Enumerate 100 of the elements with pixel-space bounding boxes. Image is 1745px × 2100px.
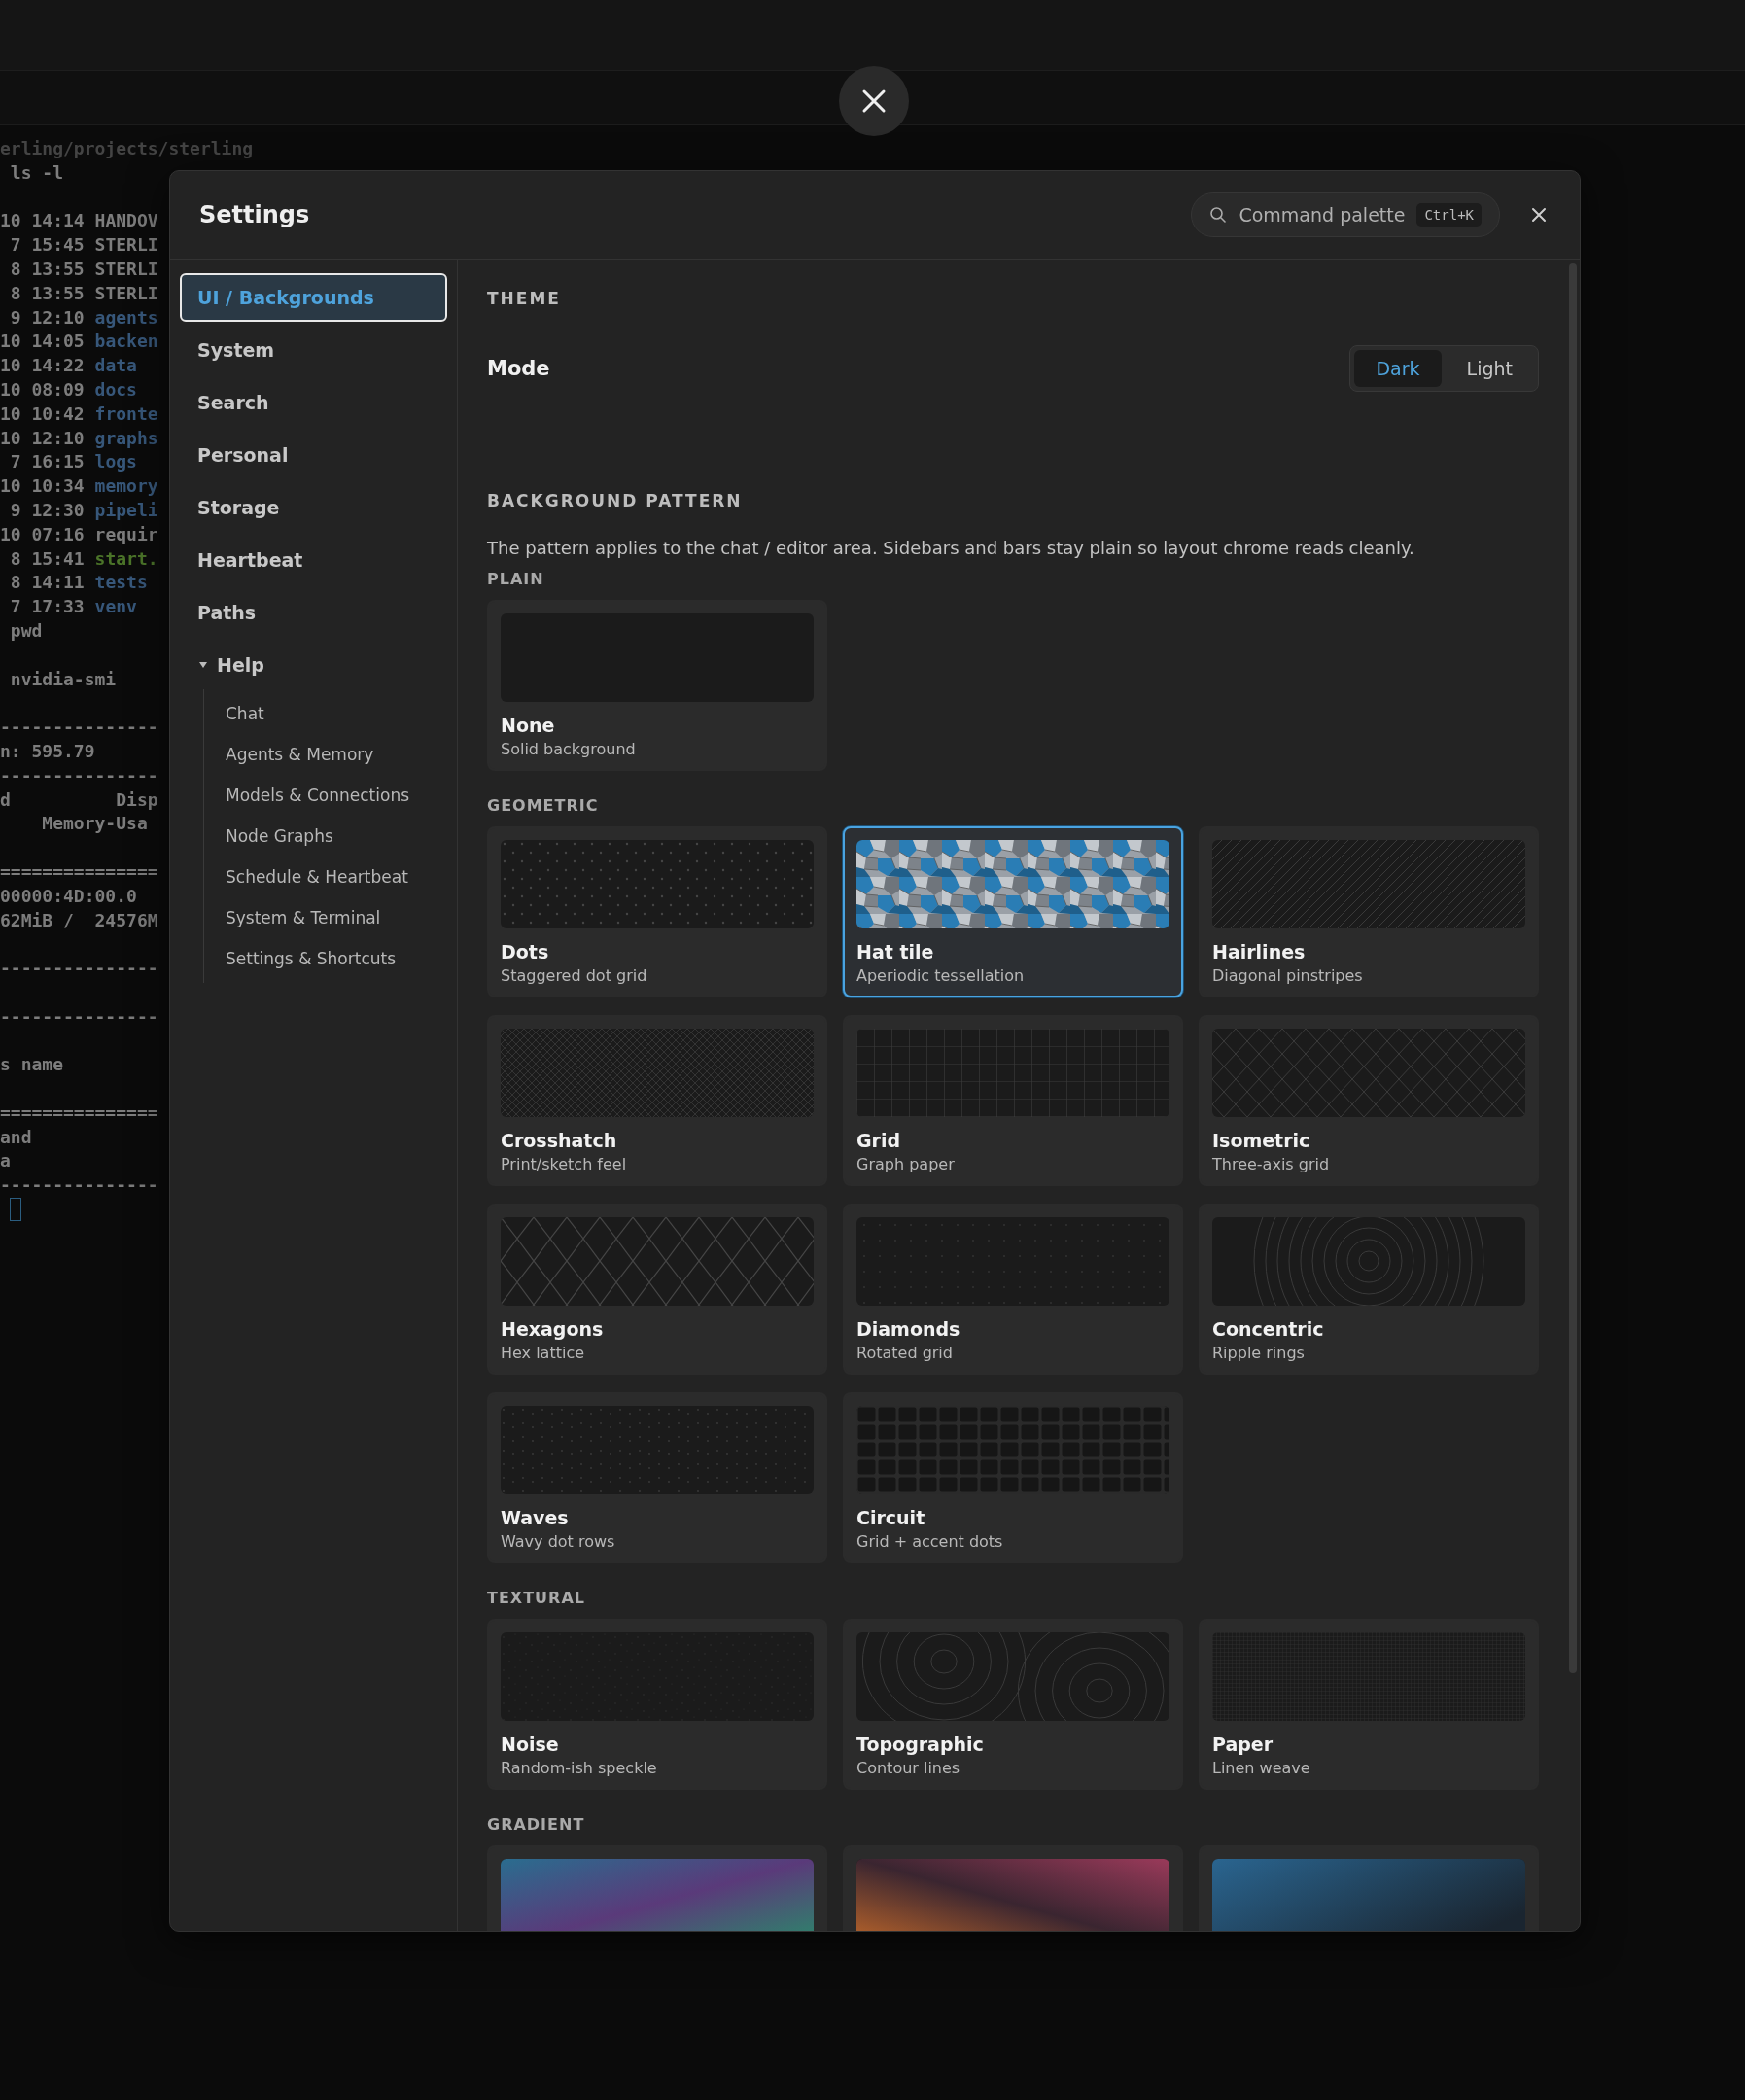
pattern-card[interactable]: Paper Linen weave xyxy=(1199,1619,1539,1790)
card-subtitle: Wavy dot rows xyxy=(501,1532,616,1551)
terminal-line: --------------- xyxy=(0,957,158,981)
card-subtitle: Three-axis grid xyxy=(1212,1155,1331,1173)
card-title: Topographic xyxy=(856,1733,985,1755)
terminal-line: 8 13:55 STERLI xyxy=(9,281,158,305)
group-heading: GRADIENT xyxy=(487,1815,586,1834)
terminal-line: and xyxy=(0,1125,32,1149)
card-subtitle: Grid + accent dots xyxy=(856,1532,1004,1551)
card-title: None xyxy=(501,715,556,736)
card-subtitle: Aperiodic tessellation xyxy=(856,966,1026,985)
caret-icon xyxy=(199,661,207,669)
pattern-card[interactable]: Crosshatch Print/sketch feel xyxy=(487,1015,827,1186)
sidebar-item[interactable]: Search xyxy=(180,378,447,427)
sidebar-item[interactable]: UI / Backgrounds xyxy=(180,273,447,322)
terminal-line: 10 14:05 backen xyxy=(0,330,158,354)
terminal-line: 7 16:15 logs xyxy=(9,450,137,474)
card-title: Circuit xyxy=(856,1507,926,1528)
pattern-card[interactable]: Hexagons Hex lattice xyxy=(487,1204,827,1375)
card-subtitle: Graph paper xyxy=(856,1155,956,1173)
pattern-card[interactable]: Waves Wavy dot rows xyxy=(487,1392,827,1563)
card-subtitle: Diagonal pinstripes xyxy=(1212,966,1364,985)
card-subtitle: Print/sketch feel xyxy=(501,1155,628,1173)
pattern-card[interactable]: Grid Graph paper xyxy=(843,1015,1183,1186)
card-title: Grid xyxy=(856,1130,902,1151)
card-subtitle: Random-ish speckle xyxy=(501,1759,658,1777)
pattern-card[interactable]: Hat tile Aperiodic tessellation xyxy=(843,826,1183,998)
card-title: Isometric xyxy=(1212,1130,1311,1151)
card-title: Hexagons xyxy=(501,1318,605,1340)
pattern-card[interactable]: Dots Staggered dot grid xyxy=(487,826,827,998)
pattern-card[interactable]: Noise Random-ish speckle xyxy=(487,1619,827,1790)
close-icon xyxy=(861,88,887,114)
sidebar-item[interactable]: Heartbeat xyxy=(180,536,447,584)
terminal-line: 7 15:45 STERLI xyxy=(9,233,158,258)
sidebar-item[interactable]: Paths xyxy=(180,588,447,637)
terminal-line: Memory-Usa xyxy=(41,812,148,836)
card-subtitle: Rotated grid xyxy=(856,1344,954,1362)
terminal-line: --------------- xyxy=(0,763,158,788)
card-subtitle: Staggered dot grid xyxy=(501,966,648,985)
card-subtitle: Solid background xyxy=(501,740,637,758)
sidebar-subitem[interactable]: Settings & Shortcuts xyxy=(226,938,447,979)
sidebar-item[interactable]: Storage xyxy=(180,483,447,532)
command-palette-button[interactable]: Command palette Ctrl+K xyxy=(1191,192,1500,237)
card-subtitle: Linen weave xyxy=(1212,1759,1311,1777)
terminal-line: =============== xyxy=(0,859,158,884)
terminal-line: 10 08:09 docs xyxy=(0,377,137,402)
pattern-card[interactable]: Hairlines Diagonal pinstripes xyxy=(1199,826,1539,998)
pattern-card[interactable]: Circuit Grid + accent dots xyxy=(843,1392,1183,1563)
card-title: Concentric xyxy=(1212,1318,1325,1340)
card-title: Dots xyxy=(501,941,550,962)
terminal-line: 00000:4D:00.0 xyxy=(0,884,137,908)
terminal-line: n: 595.79 xyxy=(0,739,95,763)
mode-option[interactable]: Light xyxy=(1445,350,1534,387)
terminal-line: 10 10:42 fronte xyxy=(0,402,158,426)
mode-option[interactable]: Dark xyxy=(1354,350,1442,387)
card-subtitle: Contour lines xyxy=(856,1759,961,1777)
sidebar-subitem[interactable]: Models & Connections xyxy=(226,775,447,816)
terminal-line: 9 12:10 agents xyxy=(9,305,158,330)
card-title: Paper xyxy=(1212,1733,1274,1755)
card-subtitle: Hex lattice xyxy=(501,1344,586,1362)
sidebar-item[interactable]: System xyxy=(180,326,447,374)
sidebar-subitem[interactable]: System & Terminal xyxy=(226,897,447,938)
search-icon xyxy=(1209,206,1228,224)
terminal-line: 8 15:41 start. xyxy=(9,546,158,571)
terminal-line: --------------- xyxy=(0,716,158,740)
dialog-title: Settings xyxy=(199,201,311,228)
sidebar-subitem[interactable]: Schedule & Heartbeat xyxy=(226,857,447,897)
terminal-line: =============== xyxy=(0,1101,158,1125)
card-title: Diamonds xyxy=(856,1318,961,1340)
close-icon xyxy=(1531,207,1547,223)
sidebar-subitem[interactable]: Agents & Memory xyxy=(226,734,447,775)
section-description: The pattern applies to the chat / editor area. Sidebars and bars stay plain so layout chrome reads cleanly. xyxy=(487,538,1415,558)
cursor-icon xyxy=(10,1198,21,1222)
pattern-card[interactable]: Isometric Three-axis grid xyxy=(1199,1015,1539,1186)
terminal-line: 9 12:30 pipeli xyxy=(9,498,158,522)
setting-label: Mode xyxy=(487,357,550,380)
group-heading: PLAIN xyxy=(487,570,545,588)
pattern-card[interactable]: Diamonds Rotated grid xyxy=(843,1204,1183,1375)
terminal-line: --------------- xyxy=(0,1173,158,1198)
sidebar-subitem[interactable]: Node Graphs xyxy=(226,816,447,857)
terminal-line: 10 14:14 HANDOV xyxy=(0,209,158,233)
terminal-line: 8 13:55 STERLI xyxy=(9,258,158,281)
pattern-card[interactable]: Topographic Contour lines xyxy=(843,1619,1183,1790)
sidebar-item[interactable]: Personal xyxy=(180,431,447,479)
pattern-card[interactable]: Concentric Ripple rings xyxy=(1199,1204,1539,1375)
section-heading: BACKGROUND PATTERN xyxy=(487,491,744,510)
terminal-line: pwd xyxy=(9,618,43,643)
terminal-line: 10 07:16 requir xyxy=(0,522,158,546)
card-subtitle: Ripple rings xyxy=(1212,1344,1306,1362)
group-heading: TEXTURAL xyxy=(487,1589,586,1607)
terminal-line: ls -l xyxy=(9,160,64,185)
terminal-line: 10 12:10 graphs xyxy=(0,426,158,450)
card-title: Crosshatch xyxy=(501,1130,618,1151)
card-title: Waves xyxy=(501,1507,570,1528)
pattern-card[interactable]: None Solid background xyxy=(487,600,827,771)
terminal-line: nvidia-smi xyxy=(9,667,117,691)
terminal-line: 10 10:34 memory xyxy=(0,474,158,499)
sidebar-subitem[interactable]: Chat xyxy=(226,693,447,734)
sidebar-group[interactable]: Help xyxy=(180,641,447,689)
terminal-line: 8 14:11 tests xyxy=(9,571,148,595)
